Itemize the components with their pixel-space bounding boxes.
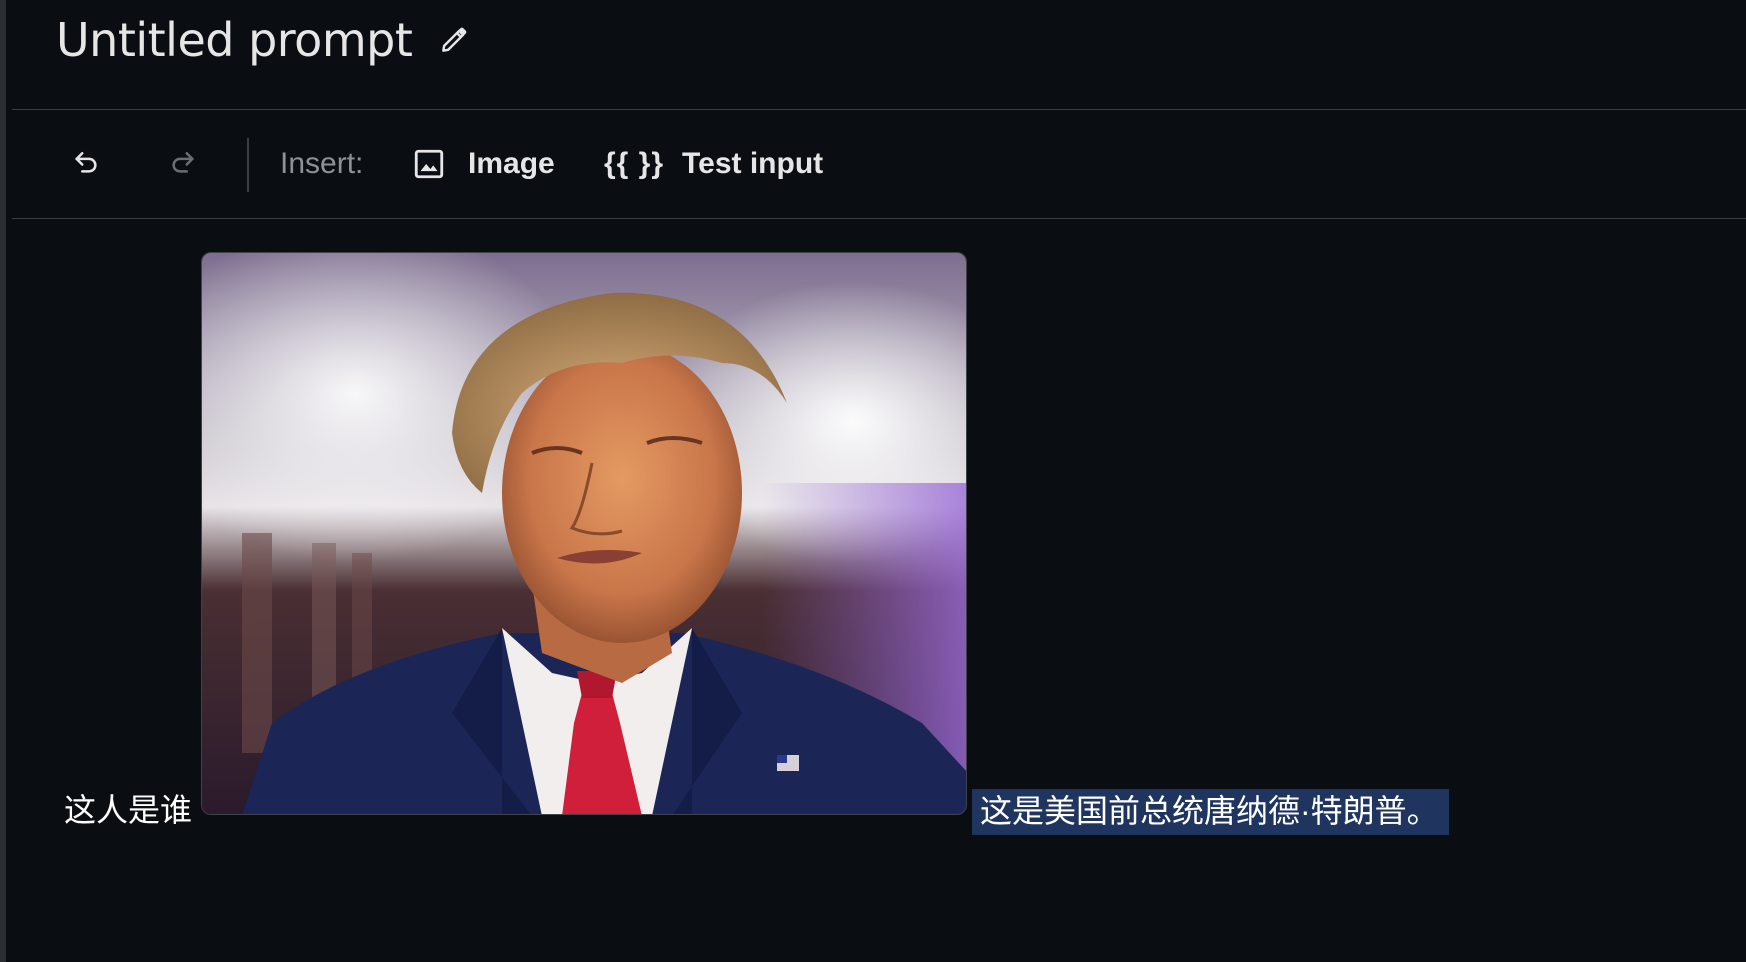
man-in-suit-photo [202,253,966,814]
insert-test-input-label: Test input [682,147,824,180]
curly-braces-icon: {{ }} [604,147,665,180]
page-title: Untitled prompt [56,13,413,67]
redo-button[interactable] [159,140,207,188]
title-bar: Untitled prompt [12,0,1746,110]
insert-label: Insert: [280,147,364,180]
toolbar-divider [247,138,249,192]
undo-button[interactable] [62,140,110,188]
editor-toolbar: Insert: Image {{ }} Test input [12,110,1746,219]
edit-title-button[interactable] [432,20,476,64]
prompt-content[interactable]: 这人是谁 这是美国前总统唐纳德·特朗普。 [12,219,1746,962]
undo-icon [71,147,101,182]
user-prompt-text: 这人是谁 [64,792,193,828]
app-frame: Untitled prompt Insert: Image {{}} Test… [0,0,1746,962]
insert-image-button[interactable]: Image [412,136,555,192]
insert-test-input-button[interactable]: {{ }} Test input [604,136,823,192]
redo-icon [168,147,198,182]
insert-image-label: Image [468,147,555,180]
image-icon [412,136,446,192]
prompt-image[interactable] [201,252,967,815]
pencil-icon [438,24,470,61]
model-response-text: 这是美国前总统唐纳德·特朗普。 [972,789,1449,835]
